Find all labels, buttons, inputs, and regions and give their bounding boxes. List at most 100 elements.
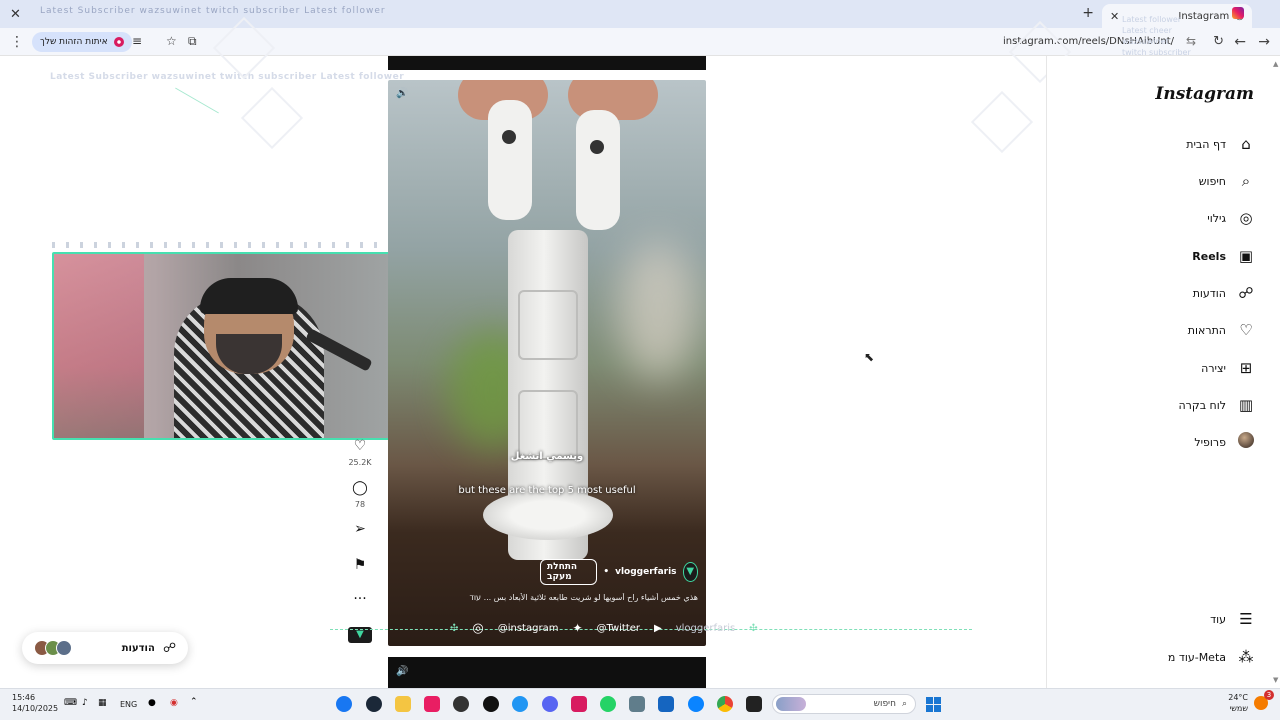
nav-label: גילוי <box>1207 211 1226 225</box>
deco-line <box>175 87 219 114</box>
page-scrollbar[interactable]: ▲ ▼ <box>1272 56 1280 688</box>
nav-label: חיפוש <box>1198 174 1226 188</box>
create-icon: ⊞ <box>1239 359 1253 377</box>
weather-widget[interactable]: 24°C שמשי <box>1222 692 1248 714</box>
nav-notifications[interactable]: ♡ התראות <box>1076 318 1256 342</box>
discord-icon[interactable] <box>542 696 558 712</box>
share-icon[interactable]: ➢ <box>348 521 372 537</box>
clock-date: 14/10/2025 <box>12 704 59 713</box>
tiktok-icon[interactable] <box>483 696 499 712</box>
nav-home[interactable]: ⌂ דף הבית <box>1076 132 1256 156</box>
more-icon[interactable]: ··· <box>348 591 372 607</box>
network-icon[interactable]: ▦ <box>98 698 107 708</box>
comment-icon[interactable]: ◯ <box>348 480 372 496</box>
tab-close-icon[interactable]: ✕ <box>1110 10 1119 23</box>
twitter-icon: ✦ <box>572 621 583 635</box>
facebook-icon[interactable] <box>336 696 352 712</box>
nav-label: הודעות <box>1192 286 1226 300</box>
nav-reels[interactable]: ▣ Reels <box>1076 244 1256 268</box>
whatsapp-icon[interactable] <box>600 696 616 712</box>
scroll-up-icon[interactable]: ▲ <box>1273 60 1278 68</box>
nav-label: Reels <box>1192 249 1226 263</box>
weather-label: שמשי <box>1229 704 1248 713</box>
nav-label: פרופיל <box>1194 435 1226 449</box>
obs-icon[interactable] <box>453 696 469 712</box>
rgb-light <box>54 254 144 438</box>
nav-create[interactable]: ⊞ יצירה <box>1076 356 1256 380</box>
stand-slot <box>518 390 578 460</box>
nav-meta[interactable]: ⁂ עוד מ-Meta <box>1076 645 1256 669</box>
menu-icon[interactable]: ⋮ <box>10 34 24 50</box>
browser-icon[interactable] <box>688 696 704 712</box>
windows-start-icon[interactable] <box>926 697 941 712</box>
like-icon[interactable]: ♡ <box>348 438 372 454</box>
nav-label: לוח בקרה <box>1178 398 1227 412</box>
caption-arabic: وبسمي اتشغل <box>510 451 584 462</box>
meta-grid-icon: ⁂ <box>1238 648 1254 666</box>
reel-description[interactable]: هذي خمس أشياء راح أسويها لو شريت طابعه ث… <box>396 593 698 602</box>
terminal-icon[interactable] <box>746 696 762 712</box>
scroll-down-icon[interactable]: ▼ <box>1273 676 1278 684</box>
tray-expand-icon[interactable]: ⌃ <box>190 697 198 707</box>
caption-english: but these are the top 5 most useful <box>458 485 636 496</box>
new-tab-icon[interactable]: + <box>1082 5 1094 21</box>
nav-profile[interactable]: פרופיל <box>1076 430 1256 454</box>
deco-diamond <box>240 86 304 150</box>
save-icon[interactable]: ⚑ <box>348 557 372 573</box>
author-avatar[interactable]: ▼ <box>682 562 698 582</box>
dot-separator: • <box>603 567 610 577</box>
edge-icon[interactable] <box>512 696 528 712</box>
twitter-handle: @Twitter <box>596 622 641 634</box>
author-name[interactable]: vloggerfaris <box>615 567 676 577</box>
search-icon: ⌕ <box>901 699 907 709</box>
tray-app-icon[interactable]: ◉ <box>170 698 178 708</box>
webcam-feed <box>52 252 390 440</box>
home-icon: ⌂ <box>1241 135 1251 153</box>
sparkle-icon: ✣ <box>749 622 758 634</box>
nav-label: דף הבית <box>1186 137 1226 151</box>
back-icon[interactable]: ← <box>1234 34 1246 50</box>
stand-slot <box>518 290 578 360</box>
comment-count: 78 <box>354 500 366 509</box>
search-placeholder: חיפוש <box>873 699 896 709</box>
instagram-app-icon[interactable] <box>1232 7 1244 19</box>
nav-label: התראות <box>1187 323 1226 337</box>
window-close-icon[interactable]: ✕ <box>10 7 21 22</box>
ticker-line: wazsuwinet <box>1122 37 1169 46</box>
reading-mode-icon[interactable]: ≡ <box>132 34 142 48</box>
share-icon[interactable]: ⧉ <box>188 34 197 49</box>
calculator-icon[interactable] <box>629 696 645 712</box>
reload-icon[interactable]: ↻ <box>1213 34 1224 49</box>
nav-dashboard[interactable]: ▥ לוח בקרה <box>1076 393 1256 417</box>
forward-icon[interactable]: → <box>1258 34 1270 50</box>
nav-messages[interactable]: ☍ הודעות <box>1076 281 1256 305</box>
audio-icon[interactable]: 🔊 <box>396 666 408 677</box>
nav-search[interactable]: ⌕ חיפוש <box>1076 169 1256 193</box>
nav-explore[interactable]: ◎ גילוי <box>1076 206 1256 230</box>
store-icon[interactable] <box>658 696 674 712</box>
steam-icon[interactable] <box>366 696 382 712</box>
messages-pill[interactable]: הודעות ☍ <box>22 632 188 664</box>
identity-chip[interactable]: איתות הזהות שלך <box>32 32 132 52</box>
adobe-icon[interactable] <box>571 696 587 712</box>
instagram-logo[interactable]: Instagram <box>1155 84 1254 104</box>
reel-author-row: התחלת מעקב • vloggerfaris ▼ <box>540 559 698 585</box>
chrome-icon[interactable] <box>717 696 733 712</box>
joycon-right <box>576 110 620 230</box>
stand-base <box>483 490 613 540</box>
follow-button[interactable]: התחלת מעקב <box>540 559 598 585</box>
stream-ticker: Latest Subscriber wazsuwinet twitch subs… <box>40 6 386 16</box>
keyboard-icon[interactable]: ⌨ <box>64 698 77 708</box>
audio-icon[interactable]: 🔊 <box>396 88 412 104</box>
messenger-icon: ☍ <box>162 640 176 656</box>
tiktok-studio-icon[interactable] <box>424 696 440 712</box>
instagram-icon: ◎ <box>472 620 484 636</box>
mic-icon[interactable]: ● <box>148 698 156 708</box>
language-indicator[interactable]: ENG <box>120 700 137 709</box>
nav-more[interactable]: ☰ עוד <box>1076 607 1256 631</box>
compass-icon: ◎ <box>1239 209 1253 227</box>
star-icon[interactable]: ☆ <box>166 34 177 48</box>
speaker-icon[interactable]: ♪ <box>82 698 88 708</box>
file-explorer-icon[interactable] <box>395 696 411 712</box>
taskbar-clock[interactable]: 15:46 14/10/2025 <box>12 692 58 714</box>
